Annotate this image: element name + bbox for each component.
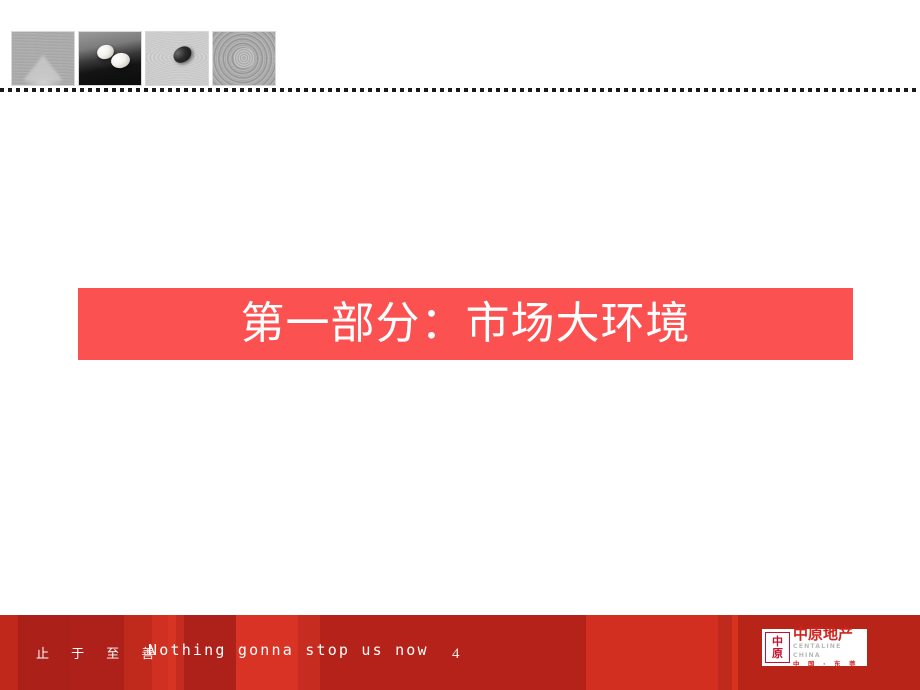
- footer-slogan-chinese: 止 于 至 善: [36, 647, 164, 662]
- header-dotted-divider: [0, 88, 920, 92]
- page-title: 第一部分：市场大环境: [240, 298, 691, 349]
- water-ripple-photo: [212, 31, 276, 86]
- section-title-banner: 第一部分：市场大环境: [78, 288, 853, 360]
- white-stones-photo: [78, 31, 142, 86]
- footer-stripe: [718, 615, 732, 690]
- logo-mark-top: 中: [772, 634, 783, 648]
- footer-stripe: [0, 615, 18, 690]
- logo-name-en: CENTALINE CHINA: [793, 643, 842, 659]
- dark-stone-photo: [145, 31, 209, 86]
- logo-text-block: 中原地产 CENTALINE CHINA 中 国 · 东 莞: [793, 626, 864, 669]
- logo-seal-icon: 中 原: [765, 632, 790, 663]
- logo-mark-bottom: 原: [772, 646, 783, 660]
- header-photo-strip: [11, 31, 281, 86]
- footer-stripe: [586, 615, 718, 690]
- footer-slogan-english: Nothing gonna stop us now: [148, 641, 429, 659]
- centaline-logo: 中 原 中原地产 CENTALINE CHINA 中 国 · 东 莞: [762, 626, 867, 669]
- page-number: 4: [452, 646, 460, 662]
- logo-name-cn: 中原地产: [793, 625, 854, 643]
- logo-region: 中 国 · 东 莞: [793, 660, 859, 668]
- sand-mound-photo: [11, 31, 75, 86]
